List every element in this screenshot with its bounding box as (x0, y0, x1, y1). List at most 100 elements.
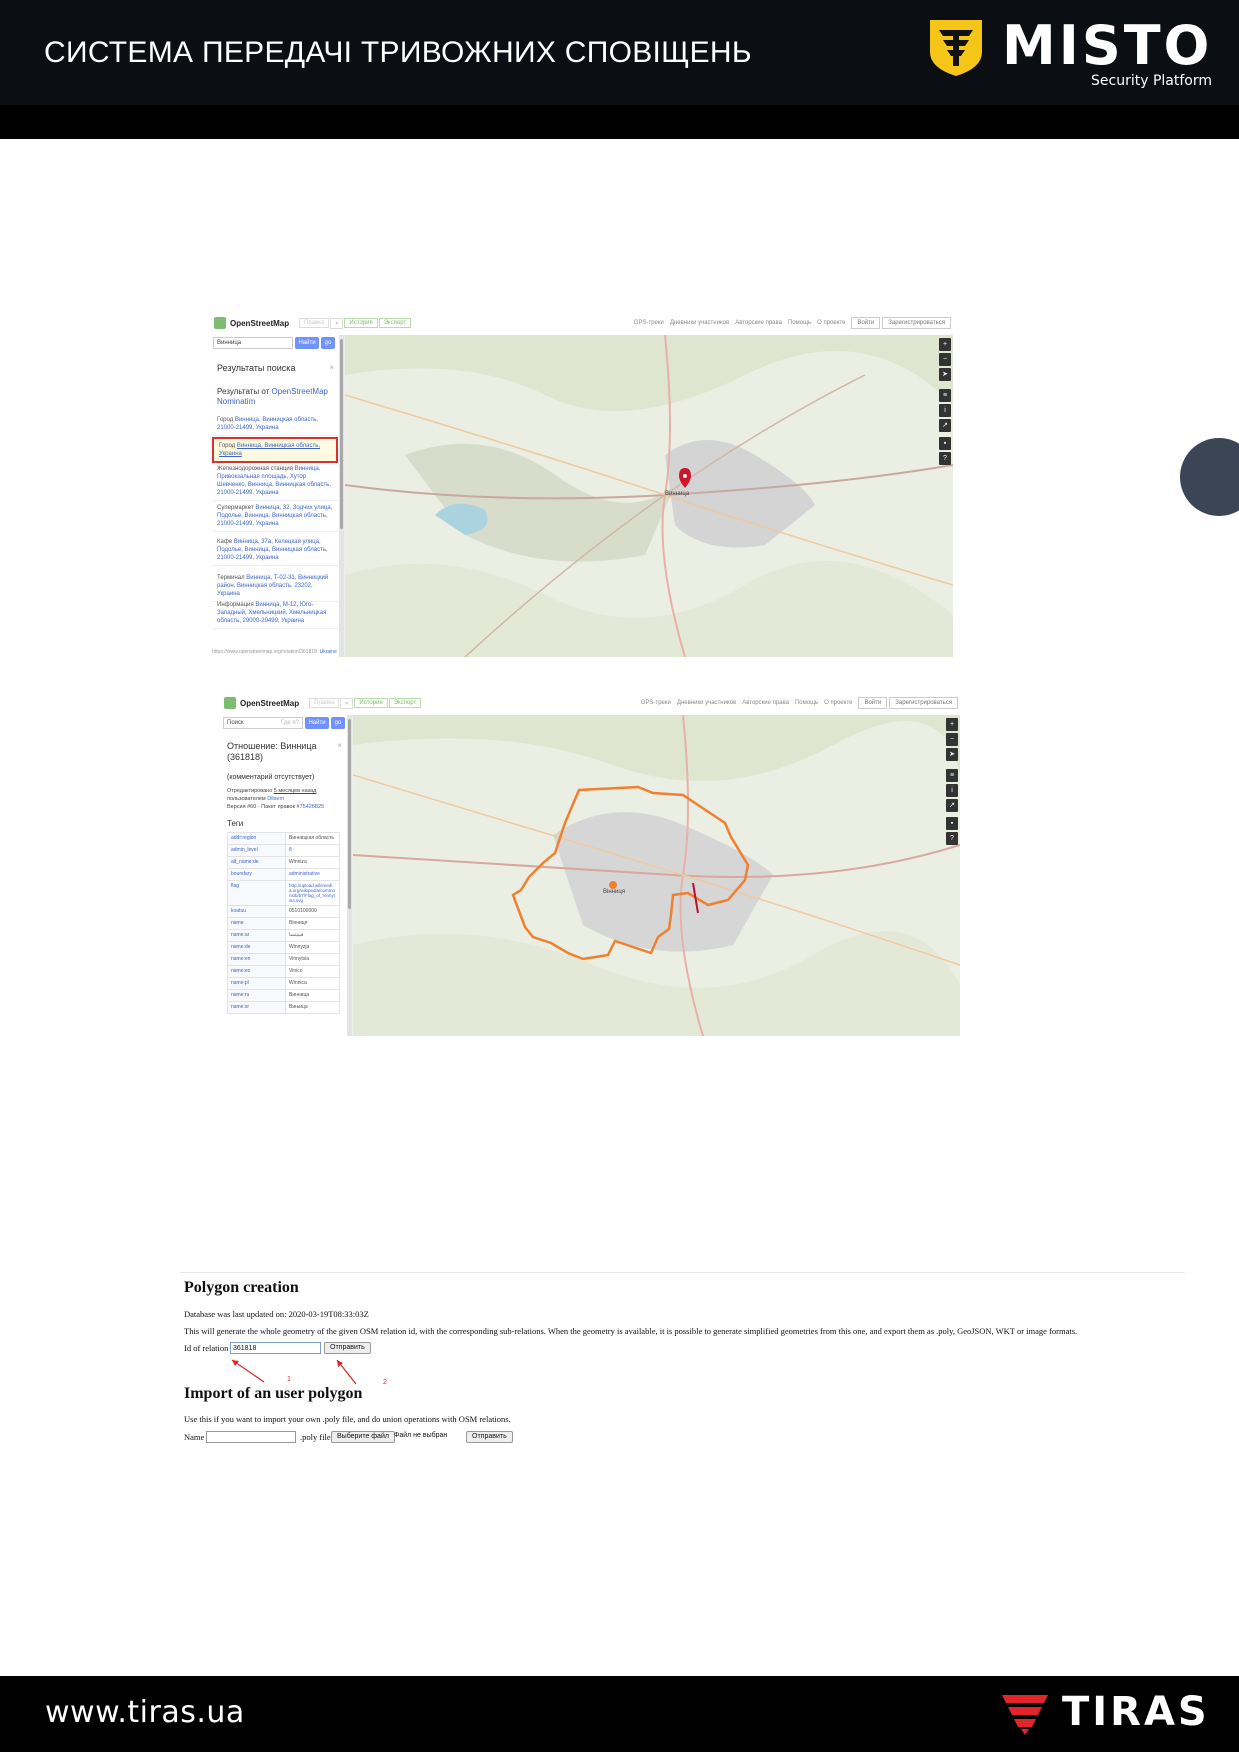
zoom-out-icon[interactable]: − (939, 353, 951, 366)
import-submit-button[interactable]: Отправить (466, 1431, 513, 1443)
table-row: flag http://upload.wikimedia.org/wikipedi… (227, 880, 340, 906)
choose-file-button[interactable]: Выберите файл (331, 1431, 395, 1443)
locate-icon[interactable]: ➤ (946, 748, 958, 761)
osm-tab-history[interactable]: История (354, 698, 388, 708)
close-icon[interactable]: × (337, 741, 342, 750)
osm-tab-export[interactable]: Экспорт (378, 318, 412, 328)
locate-icon[interactable]: ➤ (939, 368, 951, 381)
osm-login-button[interactable]: Войти (858, 697, 888, 709)
osm-nav-diaries[interactable]: Дневники участников (677, 700, 736, 706)
share-icon[interactable]: ↗ (946, 799, 958, 812)
osm-nav-gps[interactable]: GPS-треки (634, 320, 664, 326)
zoom-in-icon[interactable]: + (939, 338, 951, 351)
osm-nav-copyright[interactable]: Авторские права (742, 700, 789, 706)
osm-results-from: Результаты от OpenStreetMap Nominatim (217, 387, 328, 406)
table-row: name:eo Vinico (227, 965, 340, 978)
osm-result-item[interactable]: Кафе Винница, 37а, Келецкая улица, Подол… (212, 535, 338, 566)
osm-sidebar-scrollbar[interactable] (347, 715, 352, 1036)
osm-go-button[interactable]: go (321, 337, 335, 349)
polygon-updated: Database was last updated on: 2020-03-19… (184, 1309, 369, 1319)
osm-search-input[interactable]: Винница (213, 337, 293, 349)
query-icon[interactable]: ? (946, 832, 958, 845)
layers-icon[interactable]: ≡ (946, 769, 958, 782)
osm-sidebar-scrollbar[interactable] (339, 335, 344, 657)
osm-result-item[interactable]: Город Винница, Винницкая область, 21000-… (212, 413, 338, 436)
polygon-creation-screenshot: Polygon creation Database was last updat… (180, 1272, 1185, 1452)
osm-sidebar: Поиск Где я? Найти go Отношение: Винница … (220, 715, 353, 1036)
name-label: Name (184, 1432, 205, 1442)
close-icon[interactable]: × (329, 363, 334, 372)
osm-brand: OpenStreetMap (240, 698, 300, 708)
osm-nav-diaries[interactable]: Дневники участников (670, 320, 729, 326)
note-icon[interactable]: ▪ (939, 437, 951, 450)
tiras-wordmark: TIRAS (1062, 1689, 1210, 1735)
side-decoration-dot (1180, 438, 1239, 516)
osm-tab-edit-dropdown[interactable]: ▾ (340, 697, 354, 709)
divider (180, 1272, 1185, 1273)
osm-logo-icon (214, 317, 226, 329)
osm-result-item-highlighted[interactable]: Город Винница, Винницкая область, Украин… (212, 437, 338, 463)
osm-nav-help[interactable]: Помощь (795, 700, 818, 706)
poly-file-label: .poly file (300, 1432, 331, 1442)
page-footer: www.tiras.ua TIRAS (0, 1676, 1239, 1752)
osm-edit-meta: Отредактировано 5 месяцев назад пользова… (227, 788, 325, 810)
annotation-marker-1: 1 (287, 1376, 291, 1383)
osm-tab-edit[interactable]: Правка (299, 318, 330, 328)
zoom-in-icon[interactable]: + (946, 718, 958, 731)
name-input[interactable] (206, 1431, 296, 1443)
import-title: Import of an user polygon (184, 1385, 363, 1402)
osm-search-screenshot: OpenStreetMap Правка ▾ История Экспорт G… (210, 313, 953, 657)
osm-nav-gps[interactable]: GPS-треки (641, 700, 671, 706)
info-icon[interactable]: i (939, 404, 951, 417)
osm-results-title: Результаты поиска (217, 363, 296, 373)
osm-nav-about[interactable]: О проекте (824, 700, 852, 706)
osm-nav-help[interactable]: Помощь (788, 320, 811, 326)
note-icon[interactable]: ▪ (946, 817, 958, 830)
osm-topbar: OpenStreetMap Правка ▾ История Экспорт G… (210, 313, 953, 333)
footer-url[interactable]: www.tiras.ua (45, 1695, 245, 1730)
osm-brand: OpenStreetMap (230, 318, 290, 328)
osm-result-item[interactable]: Информация Винница, М-12, Юго-Западный, … (212, 598, 338, 629)
osm-map[interactable]: Вінниця + − ➤ ≡ i ↗ ▪ ? (353, 715, 960, 1036)
osm-go-button[interactable]: go (331, 717, 345, 729)
table-row: alt_name:de Winniza (227, 856, 340, 869)
osm-signup-button[interactable]: Зарегистрироваться (889, 697, 958, 709)
table-row: koatuu 0510100000 (227, 905, 340, 918)
page-header: СИСТЕМА ПЕРЕДАЧІ ТРИВОЖНИХ СПОВІЩЕНЬ MIS… (0, 0, 1239, 139)
osm-map-graphic: Винница (345, 335, 953, 657)
osm-result-item[interactable]: Железнодорожная станция Винница, Привокз… (212, 462, 338, 501)
polygon-title: Polygon creation (184, 1279, 299, 1296)
osm-search-input[interactable]: Поиск Где я? (223, 717, 303, 729)
osm-relation-screenshot: OpenStreetMap Правка ▾ История Экспорт G… (220, 693, 960, 1036)
osm-tab-edit-dropdown[interactable]: ▾ (330, 317, 344, 329)
zoom-out-icon[interactable]: − (946, 733, 958, 746)
table-row: addr:region Винницкая область (227, 832, 340, 845)
osm-relation-title: Отношение: Винница (361818) (227, 741, 317, 762)
osm-map-city-label: Винница (665, 491, 690, 497)
osm-find-button[interactable]: Найти (295, 337, 319, 349)
osm-tab-export[interactable]: Экспорт (388, 698, 422, 708)
info-icon[interactable]: i (946, 784, 958, 797)
osm-signup-button[interactable]: Зарегистрироваться (882, 317, 951, 329)
layers-icon[interactable]: ≡ (939, 389, 951, 402)
osm-find-button[interactable]: Найти (305, 717, 329, 729)
osm-nav-about[interactable]: О проекте (817, 320, 845, 326)
table-row: name:sr Вињица (227, 1001, 340, 1014)
polygon-description: This will generate the whole geometry of… (184, 1326, 1078, 1336)
table-row: boundary administrative (227, 868, 340, 881)
osm-tab-edit[interactable]: Правка (309, 698, 340, 708)
osm-sidebar: Винница Найти go Результаты поиска × Рез… (210, 335, 345, 657)
osm-result-item[interactable]: Супермаркет Винница, 32, Зодчих улица, П… (212, 501, 338, 532)
share-icon[interactable]: ↗ (939, 419, 951, 432)
osm-login-button[interactable]: Войти (851, 317, 881, 329)
table-row: admin_level 8 (227, 844, 340, 857)
table-row: name Вінниця (227, 917, 340, 930)
table-row: name:de Winnyzja (227, 941, 340, 954)
osm-tab-history[interactable]: История (344, 318, 378, 328)
osm-tags-title: Теги (227, 819, 244, 828)
osm-map[interactable]: Винница + − ➤ ≡ i ↗ ▪ ? (345, 335, 953, 657)
table-row: name:ru Винница (227, 989, 340, 1002)
query-icon[interactable]: ? (939, 452, 951, 465)
osm-nav-copyright[interactable]: Авторские права (735, 320, 782, 326)
misto-subtitle: Security Platform (1091, 73, 1212, 89)
